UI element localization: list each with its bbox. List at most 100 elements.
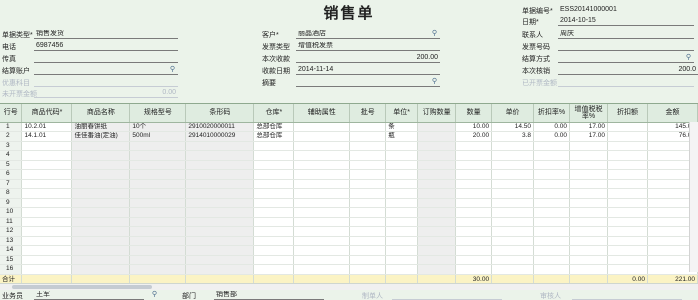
write-off-field[interactable]: 200.0 bbox=[558, 66, 698, 75]
table-cell[interactable]: 1 bbox=[0, 122, 23, 132]
table-cell[interactable]: 油丽春饼纸 bbox=[71, 122, 131, 132]
table-cell[interactable] bbox=[607, 255, 648, 265]
table-cell[interactable] bbox=[253, 207, 295, 218]
table-cell[interactable] bbox=[71, 255, 131, 265]
table-cell[interactable] bbox=[417, 226, 457, 237]
table-cell[interactable] bbox=[293, 141, 351, 151]
column-header[interactable]: 折扣率% bbox=[533, 104, 571, 123]
table-row[interactable]: 11 bbox=[0, 217, 698, 227]
customer-field[interactable]: 丽晶酒店 bbox=[296, 30, 440, 39]
table-cell[interactable] bbox=[129, 150, 187, 161]
table-cell[interactable] bbox=[253, 245, 295, 256]
table-cell[interactable] bbox=[455, 245, 493, 256]
table-cell[interactable] bbox=[185, 217, 255, 227]
table-cell[interactable] bbox=[607, 141, 648, 151]
table-cell[interactable] bbox=[129, 207, 187, 218]
table-cell[interactable]: 2914010000029 bbox=[185, 131, 255, 142]
table-cell[interactable] bbox=[607, 226, 648, 237]
table-cell[interactable] bbox=[21, 150, 73, 161]
table-cell[interactable]: 8 bbox=[0, 188, 23, 199]
table-cell[interactable] bbox=[129, 236, 187, 246]
table-row[interactable]: 12 bbox=[0, 226, 698, 237]
table-cell[interactable] bbox=[293, 179, 351, 189]
table-row[interactable]: 3 bbox=[0, 141, 698, 151]
table-cell[interactable] bbox=[129, 226, 187, 237]
table-cell[interactable] bbox=[293, 160, 351, 170]
table-cell[interactable] bbox=[417, 188, 457, 199]
table-cell[interactable] bbox=[385, 141, 419, 151]
table-cell[interactable]: 13 bbox=[0, 236, 23, 246]
table-cell[interactable] bbox=[349, 131, 387, 142]
table-cell[interactable]: 9 bbox=[0, 198, 23, 208]
table-cell[interactable] bbox=[21, 207, 73, 218]
table-cell[interactable] bbox=[185, 169, 255, 180]
table-cell[interactable] bbox=[569, 198, 608, 208]
dept-field[interactable]: 销售部 bbox=[214, 291, 324, 300]
invoice-no-field[interactable] bbox=[558, 42, 694, 51]
table-cell[interactable] bbox=[129, 188, 187, 199]
table-row[interactable]: 6 bbox=[0, 169, 698, 180]
table-cell[interactable] bbox=[349, 207, 387, 218]
salesman-field[interactable]: 王军 bbox=[34, 291, 144, 300]
table-cell[interactable] bbox=[253, 236, 295, 246]
table-cell[interactable] bbox=[491, 150, 535, 161]
table-cell[interactable] bbox=[533, 236, 571, 246]
table-cell[interactable] bbox=[533, 188, 571, 199]
table-cell[interactable] bbox=[491, 226, 535, 237]
table-cell[interactable] bbox=[293, 217, 351, 227]
table-row[interactable]: 4 bbox=[0, 150, 698, 161]
table-row[interactable]: 2 14.1.01 佳佳番油(定油) 500ml 2914010000029 总部仓库 瓶 2… bbox=[0, 131, 698, 142]
table-cell[interactable] bbox=[185, 188, 255, 199]
table-cell[interactable] bbox=[129, 141, 187, 151]
table-cell[interactable] bbox=[417, 217, 457, 227]
table-cell[interactable] bbox=[71, 264, 131, 275]
table-cell[interactable] bbox=[71, 198, 131, 208]
table-cell[interactable] bbox=[533, 245, 571, 256]
table-cell[interactable] bbox=[455, 150, 493, 161]
column-header[interactable]: 订购数量 bbox=[417, 104, 457, 123]
table-cell[interactable] bbox=[21, 169, 73, 180]
table-cell[interactable] bbox=[129, 160, 187, 170]
column-header[interactable]: 规格型号 bbox=[129, 104, 187, 123]
table-cell[interactable] bbox=[185, 179, 255, 189]
table-cell[interactable]: 14.1.01 bbox=[21, 131, 73, 142]
table-cell[interactable]: 瓶 bbox=[385, 131, 419, 142]
settle-method-lookup-icon[interactable]: ⚲ bbox=[684, 54, 693, 62]
table-cell[interactable] bbox=[253, 255, 295, 265]
table-cell[interactable]: 11 bbox=[0, 217, 23, 227]
table-cell[interactable] bbox=[569, 264, 608, 275]
table-cell[interactable] bbox=[349, 236, 387, 246]
table-cell[interactable] bbox=[21, 217, 73, 227]
table-cell[interactable] bbox=[129, 179, 187, 189]
table-cell[interactable] bbox=[349, 198, 387, 208]
table-cell[interactable] bbox=[607, 188, 648, 199]
table-cell[interactable]: 10个 bbox=[129, 122, 187, 132]
table-cell[interactable] bbox=[385, 150, 419, 161]
column-header[interactable]: 金额 bbox=[647, 104, 698, 123]
table-cell[interactable] bbox=[71, 236, 131, 246]
table-row[interactable]: 1 10.2.01 油丽春饼纸 10个 2910020000011 总部仓库条 10.00 1… bbox=[0, 122, 698, 132]
table-row[interactable]: 16 bbox=[0, 264, 698, 275]
receive-date-field[interactable]: 2014-11-14 bbox=[296, 66, 440, 75]
table-cell[interactable] bbox=[349, 160, 387, 170]
table-cell[interactable] bbox=[71, 245, 131, 256]
table-cell[interactable] bbox=[129, 255, 187, 265]
table-cell[interactable] bbox=[253, 141, 295, 151]
column-header[interactable]: 辅助属性 bbox=[293, 104, 351, 123]
table-cell[interactable] bbox=[385, 169, 419, 180]
bill-no-field[interactable]: ESS20141000001 bbox=[558, 6, 694, 15]
table-cell[interactable] bbox=[185, 160, 255, 170]
settle-account-lookup-icon[interactable]: ⚲ bbox=[168, 66, 177, 74]
table-cell[interactable]: 0.00 bbox=[533, 122, 571, 132]
table-cell[interactable] bbox=[455, 188, 493, 199]
table-cell[interactable] bbox=[293, 255, 351, 265]
table-cell[interactable] bbox=[491, 169, 535, 180]
table-cell[interactable] bbox=[455, 169, 493, 180]
table-cell[interactable] bbox=[21, 179, 73, 189]
column-header[interactable]: 单价 bbox=[491, 104, 535, 123]
table-cell[interactable] bbox=[385, 264, 419, 275]
table-cell[interactable] bbox=[349, 141, 387, 151]
settle-method-field[interactable] bbox=[558, 54, 694, 63]
table-cell[interactable] bbox=[71, 226, 131, 237]
table-cell[interactable] bbox=[569, 255, 608, 265]
